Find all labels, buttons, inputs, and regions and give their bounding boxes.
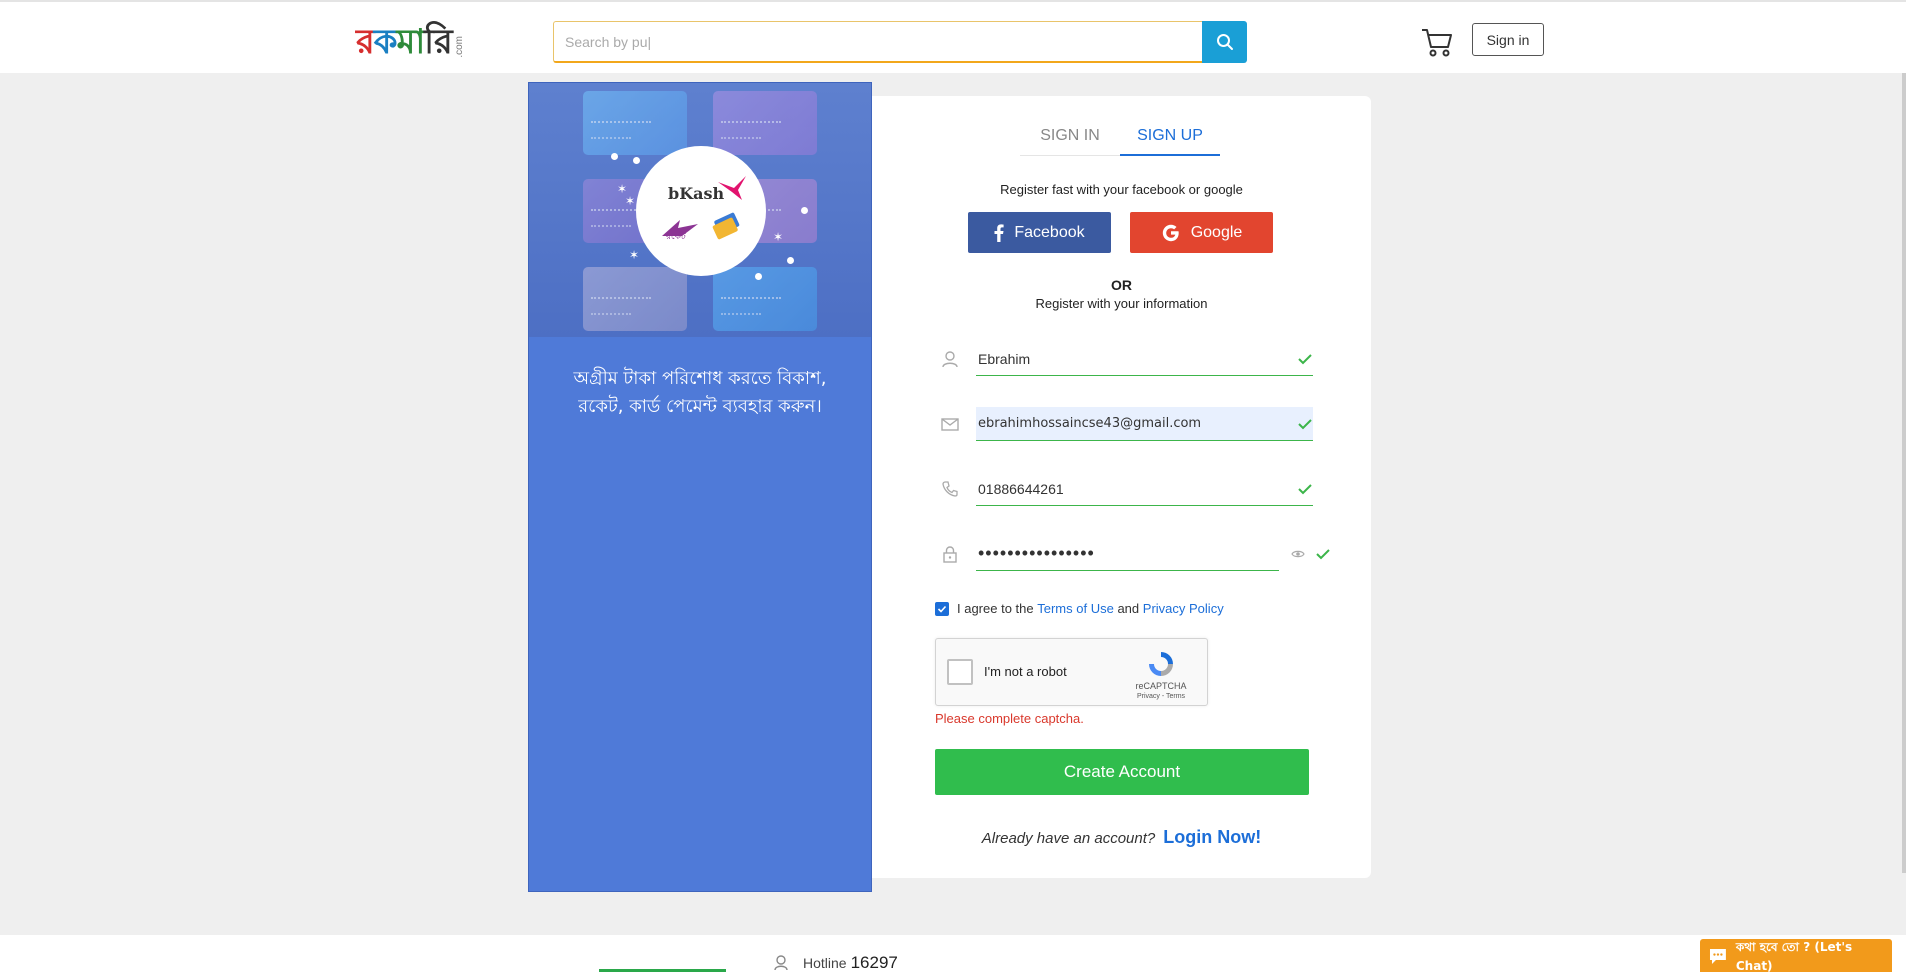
- google-button[interactable]: Google: [1130, 212, 1273, 253]
- user-icon: [942, 351, 958, 368]
- facebook-icon: [994, 223, 1004, 242]
- signup-form-card: SIGN IN SIGN UP Register fast with your …: [872, 96, 1371, 878]
- password-input[interactable]: [976, 537, 1279, 571]
- cart-icon[interactable]: [1420, 26, 1454, 58]
- search-button[interactable]: [1202, 21, 1247, 63]
- card-image: [583, 267, 687, 331]
- phone-icon: [942, 481, 958, 497]
- promo-text: অগ্রীম টাকা পরিশোধ করতে বিকাশ, রকেট, কার…: [573, 368, 827, 417]
- page-scrollbar[interactable]: [1902, 73, 1906, 873]
- card-payment-icon: [712, 212, 740, 240]
- eye-icon[interactable]: [1291, 547, 1305, 561]
- card-image: [713, 267, 817, 331]
- captcha-checkbox[interactable]: [947, 659, 973, 685]
- tab-sign-in[interactable]: SIGN IN: [1020, 124, 1120, 156]
- terms-agreement: I agree to the Terms of Use and Privacy …: [935, 601, 1224, 616]
- email-field: [940, 407, 1313, 441]
- tab-sign-up[interactable]: SIGN UP: [1120, 124, 1220, 156]
- captcha-error: Please complete captcha.: [935, 711, 1084, 726]
- valid-check-icon: [1298, 419, 1312, 430]
- valid-check-icon: [1316, 549, 1330, 560]
- checkmark-icon: [937, 605, 947, 613]
- logo-text: রকমারি: [356, 22, 453, 62]
- bkash-bird-icon: [718, 176, 746, 200]
- create-account-button[interactable]: Create Account: [935, 749, 1309, 795]
- agree-checkbox[interactable]: [935, 601, 949, 616]
- register-fast-text: Register fast with your facebook or goog…: [1000, 182, 1243, 197]
- or-divider: OR: [1111, 277, 1132, 293]
- recaptcha-logo-icon: [1149, 652, 1173, 676]
- search-icon: [1216, 34, 1233, 50]
- hotline-label: Hotline: [803, 955, 847, 971]
- google-label: Google: [1190, 223, 1243, 241]
- rocket-logo-icon: রকেট: [662, 220, 698, 240]
- agree-and: and: [1117, 601, 1140, 616]
- terms-link[interactable]: Terms of Use: [1037, 601, 1114, 616]
- hotline-icon: [774, 955, 788, 971]
- phone-field: [940, 472, 1313, 506]
- facebook-button[interactable]: Facebook: [968, 212, 1111, 253]
- recaptcha-widget: I'm not a robot reCAPTCHA Privacy - Term…: [935, 638, 1208, 706]
- agree-prefix: I agree to the: [957, 601, 1034, 616]
- auth-tabs: SIGN IN SIGN UP: [1020, 124, 1220, 156]
- logo-suffix: .com: [453, 36, 465, 58]
- search-input[interactable]: [553, 21, 1202, 63]
- captcha-links[interactable]: Privacy - Terms: [1126, 693, 1196, 700]
- name-input[interactable]: [976, 342, 1313, 376]
- payment-promo-panel: ✶ ✶ ✶ ✶ bKash রকেট অগ্রীম টাকা পরিশোধ কর…: [528, 82, 872, 892]
- lock-icon: [943, 546, 957, 563]
- email-input[interactable]: [976, 407, 1313, 441]
- login-prompt: Already have an account? Login Now!: [872, 827, 1371, 848]
- captcha-brand: reCAPTCHA: [1135, 681, 1187, 691]
- valid-check-icon: [1298, 354, 1312, 365]
- svg-text:রকেট: রকেট: [665, 230, 687, 240]
- valid-check-icon: [1298, 484, 1312, 495]
- mail-icon: [941, 418, 959, 431]
- register-info-text: Register with your information: [1035, 296, 1208, 311]
- card-image: [583, 91, 687, 155]
- login-now-link[interactable]: Login Now!: [1163, 827, 1261, 847]
- name-field: [940, 342, 1313, 376]
- phone-input[interactable]: [976, 472, 1313, 506]
- google-icon: [1162, 224, 1179, 241]
- header-signin-button[interactable]: Sign in: [1472, 23, 1544, 56]
- payment-cards-illustration: ✶ ✶ ✶ ✶ bKash রকেট: [529, 83, 871, 337]
- hotline-text: Hotline 16297: [803, 953, 898, 972]
- site-logo[interactable]: রকমারি .com: [356, 22, 465, 62]
- hotline-number: 16297: [850, 953, 898, 972]
- live-chat-button[interactable]: কথা হবে তো ? (Let's Chat): [1700, 939, 1892, 972]
- payment-methods-badge: bKash রকেট: [636, 146, 766, 276]
- already-text: Already have an account?: [981, 830, 1156, 847]
- chat-label: কথা হবে তো ? (Let's Chat): [1735, 939, 1853, 972]
- top-header: রকমারি .com Sign in: [0, 0, 1906, 73]
- search-bar: [553, 21, 1247, 63]
- chat-icon: [1709, 948, 1726, 964]
- footer: Hotline 16297: [0, 935, 1906, 972]
- card-image: [713, 91, 817, 155]
- privacy-link[interactable]: Privacy Policy: [1143, 601, 1224, 616]
- password-field: [940, 537, 1330, 571]
- facebook-label: Facebook: [1014, 223, 1085, 241]
- captcha-label: I'm not a robot: [984, 664, 1067, 679]
